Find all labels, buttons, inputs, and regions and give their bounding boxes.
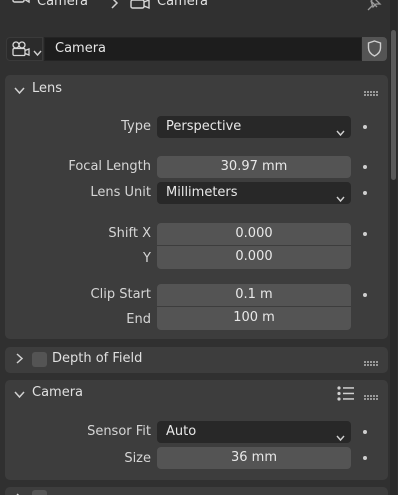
clip-start-label: Clip Start	[90, 287, 151, 302]
keyframe-dot-icon[interactable]	[363, 293, 367, 297]
type-label: Type	[121, 119, 151, 134]
keyframe-dot-icon[interactable]	[363, 125, 367, 129]
datablock-name-field[interactable]: Camera	[44, 37, 362, 61]
lens-type-dropdown[interactable]: Perspective	[157, 116, 351, 138]
lens-panel: Lens Type Perspective Focal Length 30.97…	[5, 75, 388, 339]
keyframe-dot-icon[interactable]	[363, 430, 367, 434]
chevron-down-icon	[33, 46, 42, 61]
chevron-right-icon	[16, 490, 24, 495]
breadcrumb-item-data[interactable]: Camera	[157, 0, 208, 9]
sensor-size-field[interactable]: 36 mm	[157, 447, 351, 469]
scrollbar-thumb[interactable]	[391, 30, 396, 180]
drag-handle-icon[interactable]	[364, 356, 378, 371]
chevron-down-icon	[14, 84, 25, 99]
chevron-down-icon	[336, 123, 345, 145]
breadcrumb-item-object[interactable]: Camera	[37, 0, 88, 9]
keyframe-dot-icon[interactable]	[363, 165, 367, 169]
drag-handle-icon[interactable]	[364, 390, 378, 405]
sensor-fit-dropdown[interactable]: Auto	[157, 421, 351, 443]
dof-panel-header[interactable]: Depth of Field	[5, 347, 388, 373]
panel-title: Camera	[32, 385, 84, 400]
breadcrumb-separator-icon	[110, 0, 120, 13]
shift-y-field[interactable]: 0.000	[157, 246, 351, 269]
drag-handle-icon[interactable]	[364, 86, 378, 101]
camera-object-icon	[129, 0, 151, 14]
next-panel-partial	[5, 487, 388, 495]
checkbox-partial	[32, 490, 47, 495]
camera-data-icon	[12, 0, 30, 12]
lens-unit-value: Millimeters	[166, 185, 238, 200]
shift-y-label: Y	[143, 251, 151, 266]
panel-title: Depth of Field	[52, 351, 143, 366]
lens-unit-label: Lens Unit	[90, 185, 151, 200]
clip-end-field[interactable]: 100 m	[157, 307, 351, 330]
camera-panel-header[interactable]: Camera	[5, 381, 388, 407]
shift-x-label: Shift X	[108, 226, 151, 241]
panel-title: Lens	[32, 81, 63, 96]
camera-panel: Camera Sensor Fit Auto Size 36 mm	[5, 380, 388, 480]
focal-length-field[interactable]: 30.97 mm	[157, 156, 351, 178]
lens-panel-header[interactable]: Lens	[5, 77, 388, 103]
depth-of-field-panel[interactable]: Depth of Field	[5, 347, 388, 373]
focal-length-label: Focal Length	[68, 159, 151, 174]
chevron-right-icon	[16, 353, 24, 368]
dof-enable-checkbox[interactable]	[32, 352, 47, 367]
sensor-fit-value: Auto	[166, 424, 197, 439]
presets-list-icon[interactable]	[337, 386, 355, 405]
size-label: Size	[124, 451, 151, 466]
shift-x-field[interactable]: 0.000	[157, 223, 351, 245]
shield-icon	[367, 40, 382, 61]
chevron-down-icon	[14, 388, 25, 403]
sensor-fit-label: Sensor Fit	[87, 424, 151, 439]
keyframe-dot-icon[interactable]	[363, 456, 367, 460]
pin-icon[interactable]	[365, 0, 383, 16]
lens-type-value: Perspective	[166, 119, 242, 134]
datablock-browse-button[interactable]	[6, 37, 43, 61]
fake-user-button[interactable]	[362, 37, 387, 61]
clip-end-label: End	[126, 312, 151, 327]
clip-start-field[interactable]: 0.1 m	[157, 284, 351, 306]
chevron-down-icon	[336, 189, 345, 211]
keyframe-dot-icon[interactable]	[363, 191, 367, 195]
lens-unit-dropdown[interactable]: Millimeters	[157, 182, 351, 204]
camera-data-icon	[11, 41, 31, 61]
keyframe-dot-icon[interactable]	[363, 232, 367, 236]
